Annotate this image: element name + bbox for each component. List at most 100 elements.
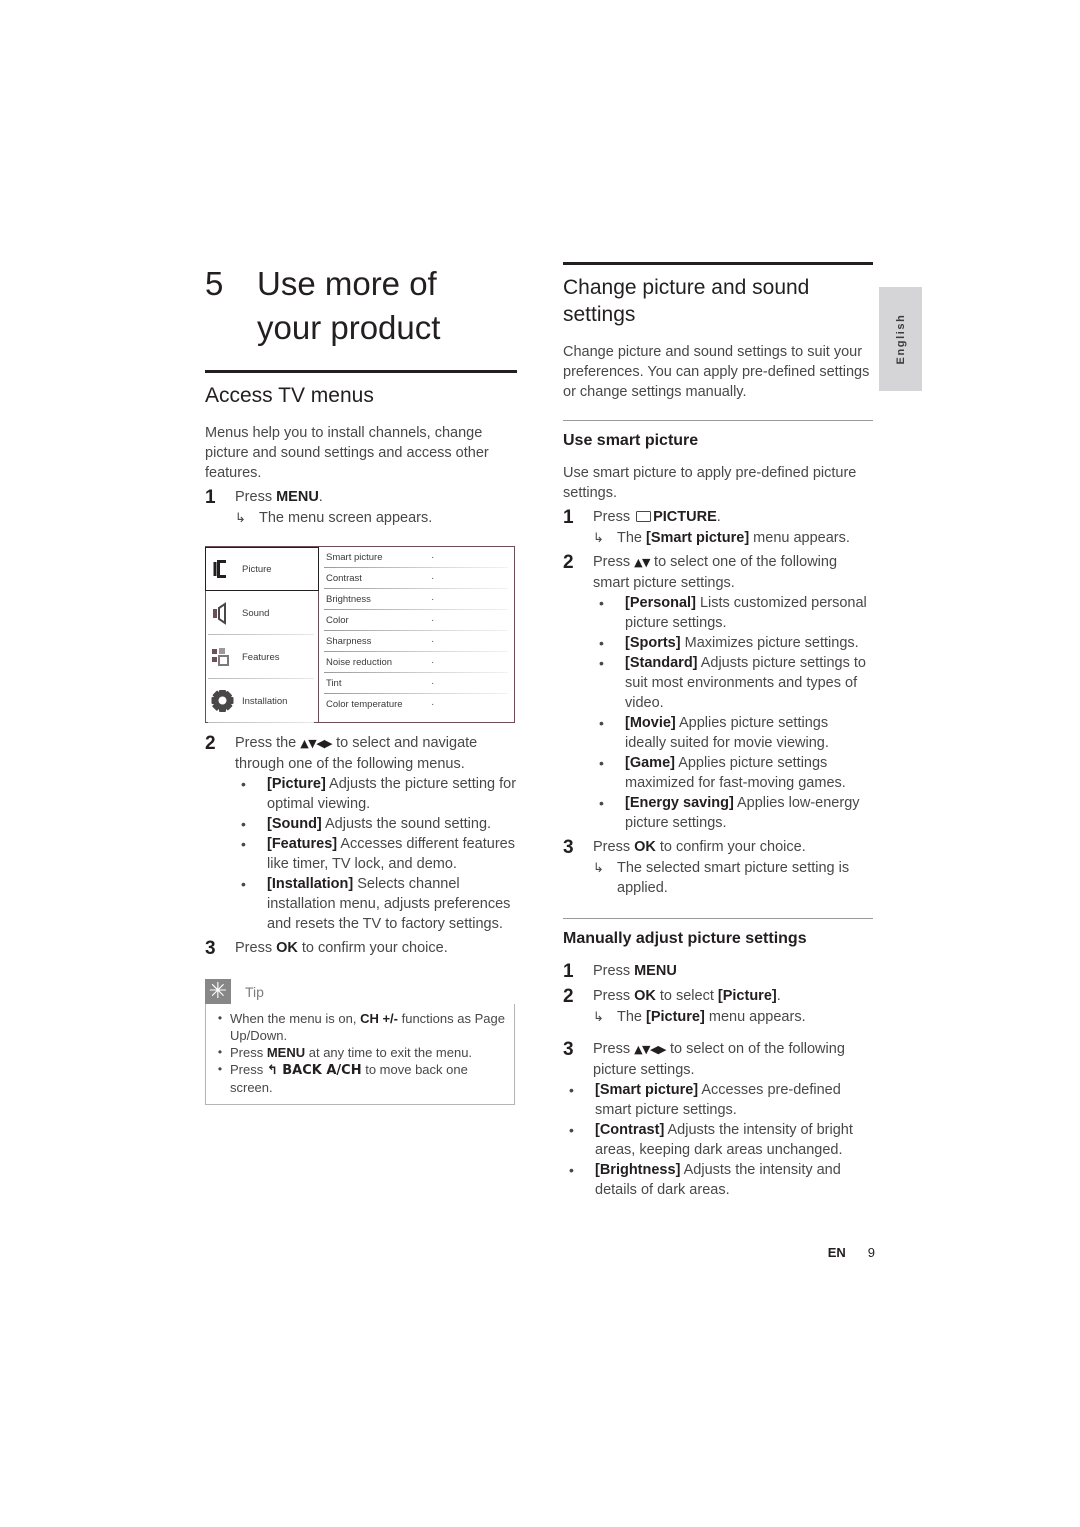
tv-menu-item-picture[interactable]: Picture [205,547,319,591]
left-column: 5 Use more of your product Access TV men… [205,262,517,1105]
manual-step-1-key-menu: MENU [634,963,677,979]
tv-setting-label: Brightness [326,594,371,605]
smart-step-1-text: Press PICTURE. [593,507,873,527]
tv-menu-label-features: Features [242,651,280,663]
bullet-icon: • [241,776,246,792]
tv-menu-label-installation: Installation [242,695,288,707]
tv-setting-row[interactable]: Contrast · [319,568,514,589]
result-arrow-icon: ↳ [593,860,604,875]
navigation-keys-icon: ▲▼◀▶ [634,1043,666,1056]
smart-picture-options-list: • [Personal] Lists customized personal pi… [593,593,873,833]
tv-setting-row[interactable]: Color temperature · [319,694,514,715]
tip-list: • When the menu is on, CH +/- functions a… [210,1010,506,1096]
tv-menu-label-sound: Sound [242,607,270,619]
subsection-divider-thin [563,918,873,919]
option-name-sports: [Sports] [625,635,681,651]
step-1-text: Press MENU. [235,487,517,507]
menu-name-sound: [Sound] [267,816,322,832]
list-item: • [Game] Applies picture settings maximiz… [593,753,873,793]
tv-menu-item-installation[interactable]: Installation [206,679,318,723]
list-item: • [Smart picture] Accesses pre-defined sm… [563,1080,873,1120]
step-3-text-after: to confirm your choice. [297,940,448,956]
tv-setting-row[interactable]: Sharpness · [319,631,514,652]
manual-step-3-select-settings: 3 Press ▲▼◀▶ to select on of the followi… [563,1039,873,1080]
step-number: 2 [205,733,216,754]
tv-setting-value: · [431,635,435,647]
list-item: • [Energy saving] Applies low-energy pict… [593,793,873,833]
option-name-energy-saving: [Energy saving] [625,795,734,811]
tv-setting-row[interactable]: Smart picture · [319,547,514,568]
list-item: • Press MENU at any time to exit the menu… [210,1044,506,1061]
tv-menu-figure: Picture Sound Features Installation Smar… [205,546,515,723]
menu-name-picture: [Picture] [267,776,326,792]
tv-menu-categories: Picture Sound Features Installation [205,547,319,723]
step-number: 3 [563,1039,574,1060]
smart-step-3-text: Press OK to confirm your choice. [593,837,873,857]
navigation-keys-icon: ▲▼◀▶ [300,737,333,750]
tv-setting-label: Noise reduction [326,657,393,668]
list-item: • [Movie] Applies picture settings ideall… [593,713,873,753]
bullet-icon: • [599,635,604,651]
tv-setting-row[interactable]: Noise reduction · [319,652,514,673]
manual-step-2-text-before: Press [593,988,635,1004]
tv-menu-item-features[interactable]: Features [206,635,318,679]
chapter-title-line-1: Use more of [257,265,437,302]
smart-step-3-confirm: 3 Press OK to confirm your choice. ↳ The… [563,837,873,898]
manual-step-2-text-after: . [776,988,781,1004]
step-1-key-menu: MENU [276,489,319,505]
list-item: • When the menu is on, CH +/- functions a… [210,1010,506,1044]
change-settings-intro: Change picture and sound settings to sui… [563,344,870,400]
tv-setting-label: Color temperature [326,699,403,710]
tv-setting-label: Contrast [326,573,362,584]
option-name-game: [Game] [625,755,675,771]
tv-setting-value: · [431,551,435,563]
tip-title: Tip [245,983,264,1000]
tv-setting-value: · [431,593,435,605]
step-3-key-ok: OK [276,940,298,956]
section-divider-thick [563,262,873,265]
setting-name-contrast: [Contrast] [595,1122,665,1138]
tv-setting-row[interactable]: Brightness · [319,589,514,610]
smart-step-3-result-text: The selected smart picture setting is ap… [617,860,850,896]
step-1-text-before: Press [235,489,277,505]
list-item: • [Sound] Adjusts the sound setting. [235,814,517,834]
list-item: • [Standard] Adjusts picture settings to … [593,653,873,713]
footer-language-code: EN [827,1245,846,1260]
gear-icon [210,688,236,714]
picture-button-icon [636,511,652,522]
tv-menu-label-picture: Picture [242,563,272,575]
step-2-navigate-menus: 2 Press the ▲▼◀▶ to select and navigate … [205,733,517,934]
tv-menu-item-sound[interactable]: Sound [206,591,318,635]
tv-setting-value: · [431,698,435,710]
list-item: • [Installation] Selects channel installa… [235,874,517,934]
setting-name-brightness: [Brightness] [595,1162,681,1178]
tv-setting-value: · [431,614,435,626]
tv-setting-row[interactable]: Color · [319,610,514,631]
manual-step-2-select-picture: 2 Press OK to select [Picture]. ↳ The [P… [563,986,873,1027]
step-2-lead: Press the ▲▼◀▶ to select and navigate th… [235,733,517,774]
tv-menu-settings-list: Smart picture · Contrast · Brightness · … [319,547,514,722]
step-2-bullet-list: • [Picture] Adjusts the picture setting f… [235,774,517,934]
tip-key-ch: CH +/- [360,1011,398,1026]
bullet-icon: • [569,1082,574,1098]
chapter-heading: 5 Use more of your product [205,262,517,350]
option-name-standard: [Standard] [625,655,698,671]
smart-step-3-text-after: to confirm your choice. [655,839,806,855]
menu-desc-sound: Adjusts the sound setting. [321,816,492,832]
list-item: • [Sports] Maximizes picture settings. [593,633,873,653]
tv-setting-row[interactable]: Tint · [319,673,514,694]
smart-step-3-key-ok: OK [634,839,656,855]
tv-setting-label: Sharpness [326,636,372,647]
bullet-icon: • [569,1162,574,1178]
step-3-text: Press OK to confirm your choice. [235,938,517,958]
step-number: 2 [563,986,574,1007]
manual-step-2-menu-picture: [Picture] [717,988,777,1004]
bullet-icon: • [599,655,604,671]
result-menu-name: [Smart picture] [646,530,750,546]
step-1-result: ↳ The menu screen appears. [235,508,517,528]
tv-setting-label: Smart picture [326,552,383,563]
section-title-change-picture-sound: Change picture and sound settings [563,274,873,328]
result-text-post: menu appears. [704,1009,806,1025]
option-desc-sports: Maximizes picture settings. [680,635,859,651]
smart-step-1-press-picture: 1 Press PICTURE. ↳ The [Smart picture] m… [563,507,873,548]
